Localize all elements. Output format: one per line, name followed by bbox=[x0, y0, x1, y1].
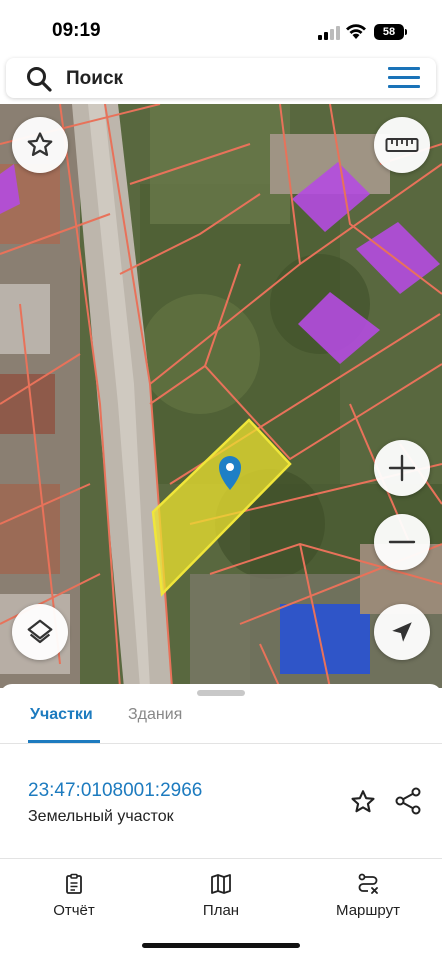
sheet-drag-handle[interactable] bbox=[197, 690, 245, 696]
route-icon bbox=[358, 873, 378, 894]
plus-icon bbox=[388, 454, 416, 482]
nav-route[interactable]: Маршрут bbox=[313, 872, 423, 920]
star-outline-icon[interactable] bbox=[349, 788, 377, 816]
search-icon bbox=[27, 67, 52, 92]
nav-route-label: Маршрут bbox=[336, 902, 400, 919]
tab-buildings[interactable]: Здания bbox=[128, 706, 182, 724]
zoom-in-button[interactable] bbox=[374, 440, 430, 496]
map-icon bbox=[211, 874, 231, 894]
battery-indicator: 58 bbox=[374, 24, 407, 40]
status-bar: 09:19 58 bbox=[0, 0, 442, 58]
wifi-icon bbox=[346, 24, 366, 39]
parcel-type-label: Земельный участок bbox=[28, 808, 174, 825]
layers-button[interactable] bbox=[12, 604, 68, 660]
nav-plan[interactable]: План bbox=[166, 872, 276, 920]
home-indicator bbox=[142, 943, 300, 948]
ruler-button[interactable] bbox=[374, 117, 430, 173]
zoom-out-button[interactable] bbox=[374, 514, 430, 570]
search-input[interactable]: Поиск bbox=[66, 68, 123, 90]
nav-report-label: Отчёт bbox=[53, 902, 95, 919]
ruler-icon bbox=[385, 138, 419, 152]
minus-icon bbox=[388, 540, 416, 544]
clipboard-icon bbox=[66, 873, 82, 894]
share-icon[interactable] bbox=[393, 786, 423, 816]
satellite-map bbox=[0, 104, 442, 688]
status-time: 09:19 bbox=[52, 20, 101, 41]
hamburger-menu-icon[interactable] bbox=[388, 67, 420, 89]
cellular-signal-icon bbox=[318, 26, 340, 40]
favorite-map-button[interactable] bbox=[12, 117, 68, 173]
search-bar[interactable]: Поиск bbox=[6, 58, 436, 98]
star-icon bbox=[27, 132, 53, 156]
card-divider bbox=[0, 858, 442, 859]
my-location-button[interactable] bbox=[374, 604, 430, 660]
layers-icon bbox=[27, 619, 53, 644]
navigation-arrow-icon bbox=[392, 622, 412, 642]
tab-parcels[interactable]: Участки bbox=[30, 706, 93, 724]
tabs-divider bbox=[0, 743, 442, 744]
nav-report[interactable]: Отчёт bbox=[19, 872, 129, 920]
cadastral-number-link[interactable]: 23:47:0108001:2966 bbox=[28, 780, 202, 802]
nav-plan-label: План bbox=[202, 902, 240, 919]
bottom-sheet: Участки Здания 23:47:0108001:2966 Земель… bbox=[0, 684, 442, 960]
map-view[interactable] bbox=[0, 104, 442, 688]
